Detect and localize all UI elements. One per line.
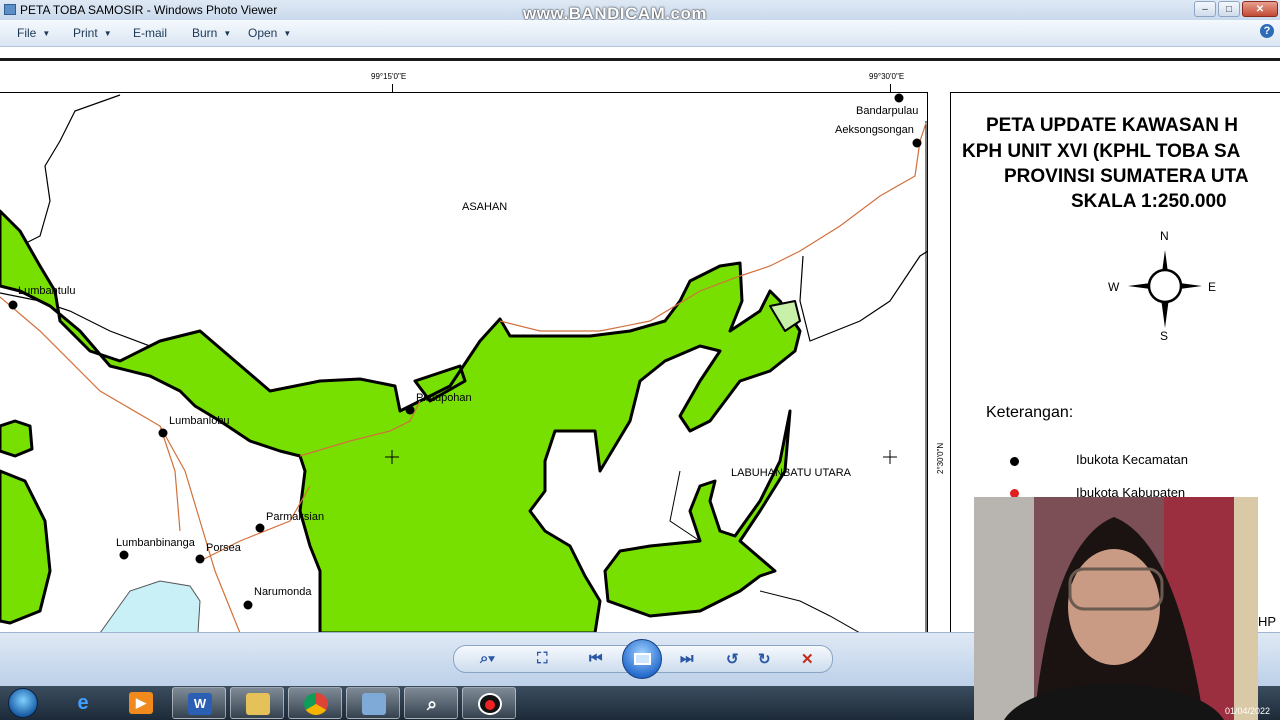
next-icon[interactable]: ⏭ <box>680 650 694 667</box>
menu-email-label: E-mail <box>133 26 168 40</box>
forest-area <box>0 469 52 625</box>
explorer-folder-icon[interactable] <box>230 687 284 719</box>
taskbar-clock-date: 01/04/2022 <box>1224 706 1270 716</box>
rotate-right-icon[interactable]: ↻ <box>758 650 771 668</box>
map-title-line1: PETA UPDATE KAWASAN H <box>986 115 1238 136</box>
place-dot <box>405 405 415 415</box>
forest-area <box>0 419 34 458</box>
rotate-left-icon[interactable]: ↺ <box>726 650 739 668</box>
map-canvas <box>0 93 927 632</box>
coord-top-right: 99°30'0"E <box>869 72 905 81</box>
close-window-button[interactable]: ✕ <box>1242 1 1278 17</box>
place-dot <box>195 554 205 564</box>
media-player-icon[interactable]: ▶ <box>114 687 168 719</box>
record-glyph <box>478 693 502 715</box>
map-scale: SKALA 1:250.000 <box>1071 191 1227 212</box>
photo-viewer-app-icon <box>4 4 16 15</box>
photo-viewer-icon[interactable] <box>346 687 400 719</box>
legend-edge-text: HP <box>1258 614 1277 629</box>
menu-open-label: Open <box>248 26 278 40</box>
menu-file[interactable]: File ▼ <box>17 26 50 40</box>
district-boundary <box>0 94 201 362</box>
menu-print-label: Print <box>73 26 98 40</box>
chrome-glyph <box>304 693 328 715</box>
minimize-button[interactable]: – <box>1194 1 1216 17</box>
map-frame <box>0 92 928 632</box>
actual-size-icon[interactable]: ⛶ <box>537 650 548 667</box>
place-label: Porsea <box>206 542 241 554</box>
place-label: Narumonda <box>254 586 312 598</box>
window-title: PETA TOBA SAMOSIR - Windows Photo Viewer <box>20 3 278 17</box>
place-dot <box>158 428 168 438</box>
chevron-down-icon: ▼ <box>283 29 292 38</box>
help-icon[interactable]: ? <box>1260 24 1274 38</box>
legend-dot-kecamatan <box>1010 457 1019 466</box>
start-orb[interactable] <box>8 688 38 718</box>
place-label: Parmaksian <box>266 511 325 523</box>
menu-bar: File ▼ Print ▼ E-mail Burn ▼ Open ▼ ? <box>0 20 1280 47</box>
coord-right: 2°30'0"N <box>936 442 945 474</box>
bandicam-record-icon[interactable] <box>462 687 516 719</box>
previous-icon[interactable]: ⏮ <box>589 650 603 667</box>
place-dot <box>119 550 129 560</box>
chevron-down-icon: ▼ <box>42 29 51 38</box>
place-dot <box>8 300 18 310</box>
zoom-icon[interactable]: ⌕▾ <box>480 650 495 667</box>
district-boundary <box>799 250 927 342</box>
chevron-down-icon: ▼ <box>223 29 232 38</box>
region-label: ASAHAN <box>462 201 508 213</box>
map-title-line3: PROVINSI SUMATERA UTA <box>1004 166 1249 187</box>
compass-rose-icon <box>1128 250 1202 328</box>
coord-tick <box>890 84 891 92</box>
slideshow-button[interactable] <box>622 639 662 679</box>
menu-email[interactable]: E-mail <box>133 26 167 40</box>
legend-item-kecamatan: Ibukota Kecamatan <box>1076 452 1189 467</box>
webcam-video-frame <box>974 497 1258 720</box>
place-label: Lumbantulu <box>18 285 76 297</box>
compass-n: N <box>1160 229 1169 243</box>
place-dot <box>243 600 253 610</box>
slideshow-icon <box>634 653 651 665</box>
forest-area <box>603 409 792 618</box>
webcam-overlay <box>974 497 1258 720</box>
menu-file-label: File <box>17 26 37 40</box>
map-title-line2: KPH UNIT XVI (KPHL TOBA SA <box>962 141 1241 162</box>
window-controls: – □ ✕ <box>1194 0 1280 18</box>
region-label: LABUHANBATU UTARA <box>731 467 852 479</box>
chrome-icon[interactable] <box>288 687 342 719</box>
place-label: Lumbanlobu <box>169 415 230 427</box>
image-top-border <box>0 58 1280 61</box>
place-label: Aeksongsongan <box>835 124 914 136</box>
place-label: Bandarpulau <box>856 105 919 117</box>
place-dot <box>255 523 265 533</box>
menu-print[interactable]: Print ▼ <box>73 26 112 40</box>
legend-heading: Keterangan: <box>986 404 1074 421</box>
delete-icon[interactable]: ✕ <box>801 650 814 668</box>
menu-burn-label: Burn <box>192 26 218 40</box>
compass-w: W <box>1108 280 1120 294</box>
menu-burn[interactable]: Burn ▼ <box>192 26 231 40</box>
maximize-button[interactable]: □ <box>1218 1 1240 17</box>
internet-explorer-icon[interactable]: e <box>56 687 110 719</box>
place-dot <box>894 93 904 103</box>
place-label: Lumbanbinanga <box>116 537 195 549</box>
word-glyph: W <box>188 693 212 715</box>
menu-open[interactable]: Open ▼ <box>248 26 291 40</box>
chevron-down-icon: ▼ <box>103 29 112 38</box>
ie-glyph: e <box>77 692 89 714</box>
coord-top-left: 99°15'0"E <box>371 72 407 81</box>
compass-e: E <box>1208 280 1217 294</box>
compass-s: S <box>1160 329 1169 343</box>
lake-shape <box>100 580 201 632</box>
place-label: Pintupohan <box>416 392 472 404</box>
search-magnifier-icon[interactable]: ⌕ <box>404 687 458 719</box>
media-glyph: ▶ <box>129 692 153 714</box>
photo-glyph <box>362 693 386 715</box>
coord-tick <box>392 84 393 92</box>
word-icon[interactable]: W <box>172 687 226 719</box>
place-dot <box>912 138 922 148</box>
magnifier-glyph: ⌕ <box>426 694 438 714</box>
folder-glyph <box>246 693 270 715</box>
